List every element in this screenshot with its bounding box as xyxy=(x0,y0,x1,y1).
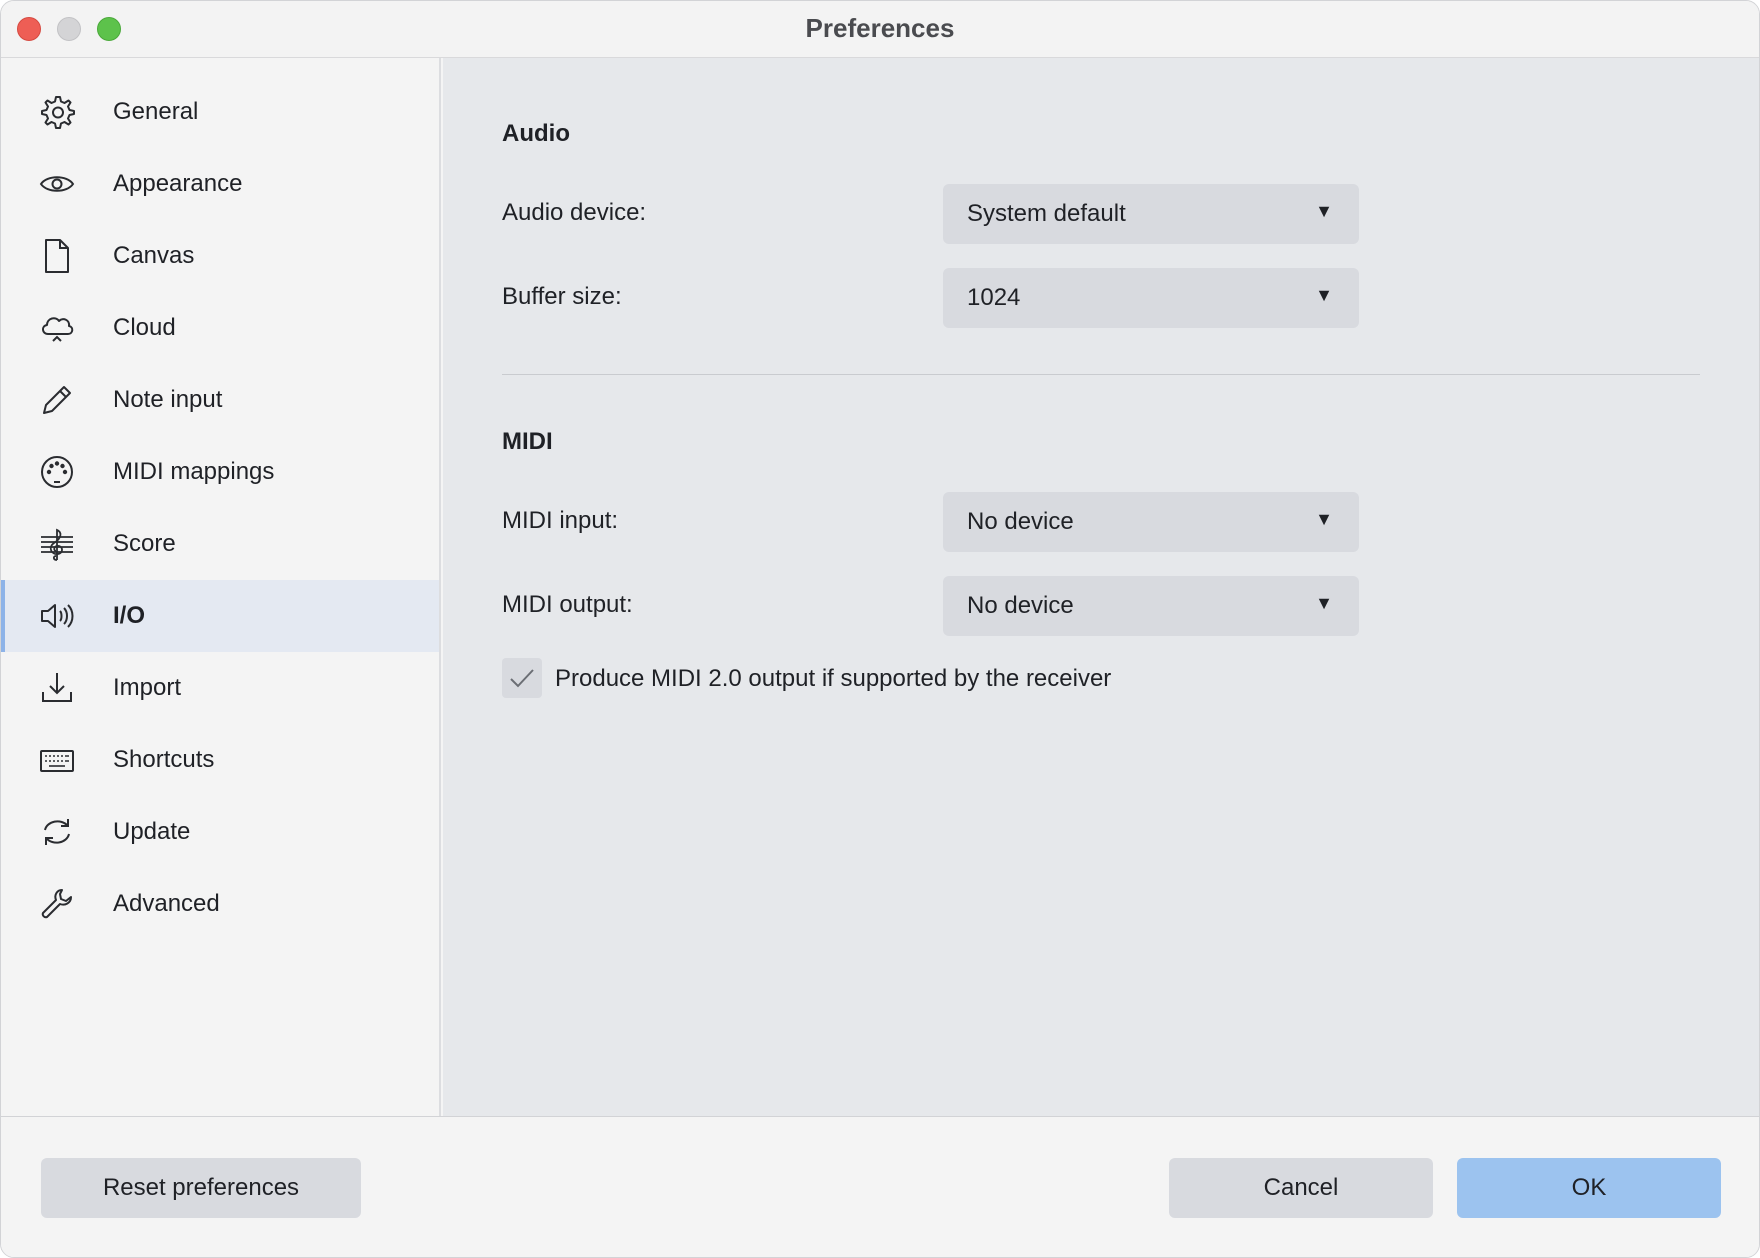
audio-device-value: System default xyxy=(967,200,1126,227)
download-icon xyxy=(37,668,77,708)
section-divider xyxy=(502,374,1700,375)
sidebar-item-shortcuts[interactable]: Shortcuts xyxy=(1,724,439,796)
eye-icon xyxy=(37,164,77,204)
sidebar-item-score[interactable]: Score xyxy=(1,508,439,580)
sidebar-item-advanced[interactable]: Advanced xyxy=(1,868,439,940)
dropdown-arrow-icon: ▼ xyxy=(1315,509,1333,529)
audio-section-title: Audio xyxy=(502,120,570,147)
reset-preferences-button[interactable]: Reset preferences xyxy=(41,1158,361,1218)
sidebar-item-label: Score xyxy=(113,530,176,557)
sidebar-item-label: Shortcuts xyxy=(113,746,215,773)
dialog-footer: Reset preferences Cancel OK xyxy=(1,1116,1759,1257)
midi-output-label: MIDI output: xyxy=(502,591,633,618)
audio-device-label: Audio device: xyxy=(502,199,647,226)
midi-section-title: MIDI xyxy=(502,428,553,455)
sidebar-item-appearance[interactable]: Appearance xyxy=(1,148,439,220)
title-bar: Preferences xyxy=(1,1,1759,58)
sidebar-item-label: Canvas xyxy=(113,242,195,269)
dropdown-arrow-icon: ▼ xyxy=(1315,285,1333,305)
checkmark-icon xyxy=(510,669,534,688)
sidebar-item-label: Cloud xyxy=(113,314,176,341)
io-settings-panel: Audio Audio device: System default ▼ Buf… xyxy=(443,58,1759,1116)
sidebar-item-midi-mappings[interactable]: MIDI mappings xyxy=(1,436,439,508)
sidebar-item-label: MIDI mappings xyxy=(113,458,275,485)
sidebar-item-canvas[interactable]: Canvas xyxy=(1,220,439,292)
buffer-size-dropdown[interactable]: 1024 ▼ xyxy=(943,268,1359,328)
wrench-icon xyxy=(37,884,77,924)
document-icon xyxy=(37,236,77,276)
dropdown-arrow-icon: ▼ xyxy=(1315,201,1333,221)
midi2-output-label[interactable]: Produce MIDI 2.0 output if supported by … xyxy=(555,665,1111,693)
sidebar-item-label: Note input xyxy=(113,386,223,413)
pencil-icon xyxy=(37,380,77,420)
midi-output-dropdown[interactable]: No device ▼ xyxy=(943,576,1359,636)
treble-clef-icon xyxy=(37,524,77,564)
midi-port-icon xyxy=(37,452,77,492)
sidebar-item-note-input[interactable]: Note input xyxy=(1,364,439,436)
preferences-window: Preferences General Appearance Canvas Cl… xyxy=(0,0,1760,1258)
sidebar-item-general[interactable]: General xyxy=(1,76,439,148)
cancel-button[interactable]: Cancel xyxy=(1169,1158,1433,1218)
sidebar: General Appearance Canvas Cloud Note inp… xyxy=(1,58,441,1116)
sidebar-item-update[interactable]: Update xyxy=(1,796,439,868)
sidebar-item-io[interactable]: I/O xyxy=(1,580,439,652)
speaker-icon xyxy=(37,596,77,636)
sidebar-item-label: Advanced xyxy=(113,890,220,917)
ok-button[interactable]: OK xyxy=(1457,1158,1721,1218)
gear-icon xyxy=(37,92,77,132)
midi-input-value: No device xyxy=(967,508,1074,535)
refresh-icon xyxy=(37,812,77,852)
sidebar-item-label: Update xyxy=(113,818,191,845)
midi-output-value: No device xyxy=(967,592,1074,619)
keyboard-icon xyxy=(37,740,77,780)
dropdown-arrow-icon: ▼ xyxy=(1315,593,1333,613)
window-title: Preferences xyxy=(805,13,955,43)
cloud-icon xyxy=(37,308,77,348)
midi-input-dropdown[interactable]: No device ▼ xyxy=(943,492,1359,552)
midi-input-label: MIDI input: xyxy=(502,507,619,534)
midi2-output-checkbox[interactable] xyxy=(502,658,542,698)
sidebar-item-import[interactable]: Import xyxy=(1,652,439,724)
sidebar-item-label: I/O xyxy=(113,602,146,629)
sidebar-item-label: General xyxy=(113,98,199,125)
sidebar-item-label: Import xyxy=(113,674,182,701)
buffer-size-label: Buffer size: xyxy=(502,283,622,310)
sidebar-item-label: Appearance xyxy=(113,170,243,197)
sidebar-item-cloud[interactable]: Cloud xyxy=(1,292,439,364)
buffer-size-value: 1024 xyxy=(967,284,1021,311)
audio-device-dropdown[interactable]: System default ▼ xyxy=(943,184,1359,244)
